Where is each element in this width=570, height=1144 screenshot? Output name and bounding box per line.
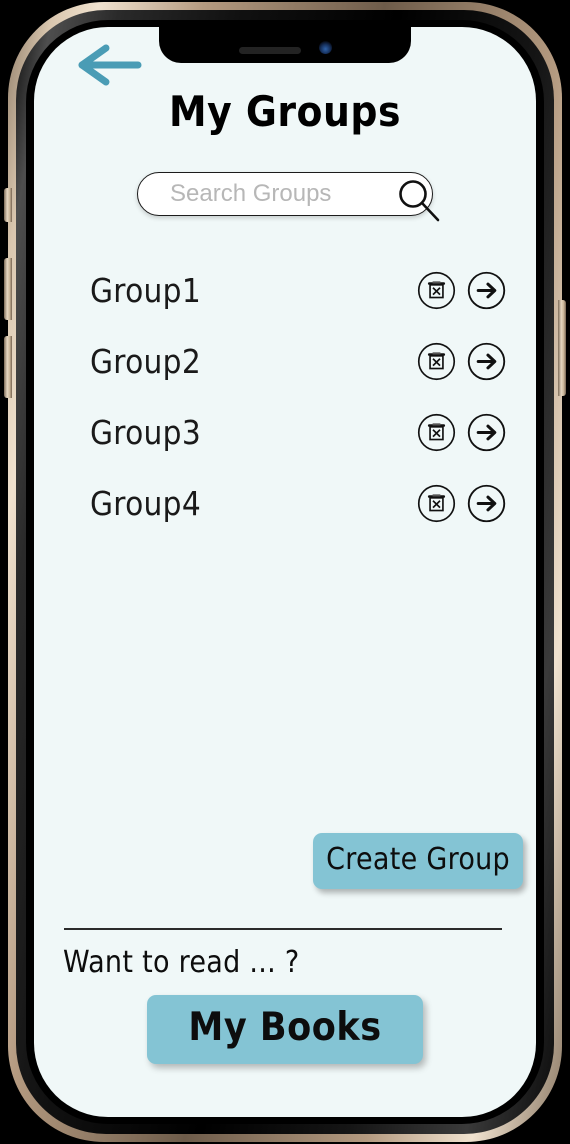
phone-screen: My Groups Group1 [34,27,536,1117]
arrow-right-icon[interactable] [467,413,506,452]
trash-delete-icon[interactable] [417,413,456,452]
front-camera-icon [318,41,332,54]
trash-delete-icon[interactable] [417,271,456,310]
create-group-button[interactable]: Create Group [313,833,523,889]
my-books-button[interactable]: My Books [147,995,423,1064]
footer-divider [64,928,502,930]
row-actions [417,342,506,381]
table-row[interactable]: Group3 [34,397,536,468]
group-name-label: Group3 [90,413,201,452]
search-container [137,172,440,222]
volume-down-button[interactable] [4,336,12,398]
phone-mockup: My Groups Group1 [0,0,570,1144]
table-row[interactable]: Group4 [34,468,536,539]
table-row[interactable]: Group1 [34,255,536,326]
trash-delete-icon[interactable] [417,342,456,381]
volume-up-button[interactable] [4,258,12,320]
arrow-left-icon [78,44,142,86]
device-notch [159,27,411,63]
groups-list: Group1 Group2 Group3 Group4 [34,255,536,539]
group-name-label: Group1 [90,271,201,310]
earpiece-speaker-icon [238,47,301,54]
search-input[interactable] [170,180,380,208]
row-actions [417,484,506,523]
arrow-right-icon[interactable] [467,342,506,381]
page-title: My Groups [169,87,401,136]
back-button[interactable] [72,43,146,87]
row-actions [417,413,506,452]
search-bar[interactable] [137,172,433,216]
table-row[interactable]: Group2 [34,326,536,397]
arrow-right-icon[interactable] [467,484,506,523]
row-actions [417,271,506,310]
group-name-label: Group4 [90,484,201,523]
trash-delete-icon[interactable] [417,484,456,523]
footer-prompt-label: Want to read ... ? [63,945,300,980]
group-name-label: Group2 [90,342,201,381]
app-screen-my-groups: My Groups Group1 [34,27,536,1117]
arrow-right-icon[interactable] [467,271,506,310]
power-button[interactable] [558,300,566,396]
silent-switch-button[interactable] [4,188,12,222]
